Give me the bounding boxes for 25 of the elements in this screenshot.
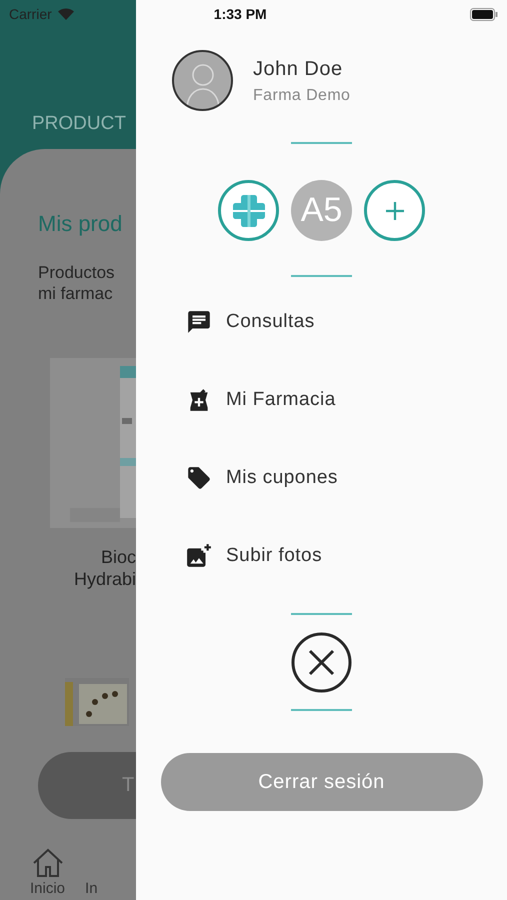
product-name: Hydrabi <box>74 568 136 590</box>
header-title: PRODUCT <box>31 112 127 136</box>
logout-button[interactable]: Cerrar sesión <box>160 753 482 811</box>
add-photo-icon <box>186 543 212 569</box>
clock: 1:33 PM <box>214 4 267 24</box>
wifi-icon <box>58 8 74 20</box>
menu-item[interactable]: Mis cupones <box>186 465 338 491</box>
user-name: John Doe <box>253 56 344 82</box>
menu-item[interactable]: Consultas <box>186 309 338 335</box>
section-title: Mis prod <box>37 210 124 238</box>
tag-icon <box>186 465 212 491</box>
description-text: Productos <box>38 262 116 282</box>
chat-icon <box>186 309 212 335</box>
pharmacy-name: Farma Demo <box>253 86 350 106</box>
battery-icon <box>470 8 498 20</box>
product-name: Bioc <box>100 546 136 568</box>
menu-item[interactable]: Mi Farmacia <box>186 387 338 413</box>
tab-bar-item[interactable]: Inicio <box>30 838 66 900</box>
plus-icon <box>384 200 404 220</box>
pharmacy-avatar[interactable]: A5 <box>291 180 352 241</box>
menu-item[interactable]: Subir fotos <box>186 543 338 569</box>
carrier-label: Carrier <box>9 4 52 24</box>
home-icon <box>32 848 64 878</box>
tab-bar-item[interactable]: In <box>85 838 98 900</box>
description-text: mi farmac <box>38 282 114 304</box>
